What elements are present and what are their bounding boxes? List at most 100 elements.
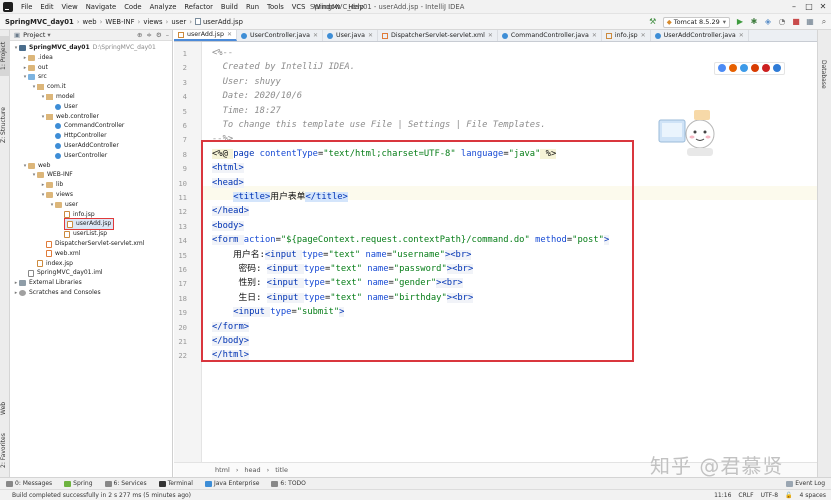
tool-messages[interactable]: 0: Messages (0, 480, 58, 487)
tree-item[interactable]: ▸ .idea (22, 53, 53, 63)
ie-icon[interactable] (762, 64, 770, 72)
tree-item[interactable]: User (49, 102, 78, 112)
tree-item[interactable]: ▾ SpringMVC_day01 D:\SpringMVC_day01 (13, 43, 156, 53)
tree-item[interactable]: ▾ views (40, 190, 73, 200)
code-line[interactable]: </html> (212, 348, 250, 362)
code-line[interactable]: To change this template use File | Setti… (212, 118, 546, 132)
lock-icon[interactable]: 🔓 (785, 492, 792, 499)
code-line[interactable]: <%-- (212, 46, 233, 60)
tree-item[interactable]: ▾ com.it (31, 82, 66, 92)
code-line[interactable]: User: shuyy (212, 75, 281, 89)
close-window-icon[interactable]: ✕ (816, 0, 830, 14)
code-line[interactable]: --%> (212, 132, 233, 146)
chrome-icon[interactable] (718, 64, 726, 72)
editor-tab[interactable]: info.jsp ✕ (602, 30, 651, 41)
firefox-icon[interactable] (729, 64, 737, 72)
run-icon[interactable]: ▶ (735, 17, 745, 27)
project-panel-title[interactable]: Project (23, 31, 45, 39)
menu-run[interactable]: Run (242, 0, 263, 14)
tree-item[interactable]: SpringMVC_day01.iml (22, 268, 103, 278)
code-line[interactable]: </head> (212, 204, 250, 218)
build-hammer-icon[interactable]: ⚒ (648, 17, 658, 27)
crumb-project[interactable]: SpringMVC_day01 (0, 14, 77, 30)
code-line[interactable]: 用户名:<input type="text" name="username"><… (212, 248, 472, 262)
editor-crumb-html[interactable]: html (212, 466, 233, 474)
tool-spring[interactable]: Spring (58, 480, 98, 487)
tree-item[interactable]: userList.jsp (58, 229, 107, 239)
tree-item-selected[interactable]: userAdd.jsp (58, 218, 115, 231)
code-line[interactable]: </form> (212, 320, 250, 334)
indent-setting[interactable]: 4 spaces (800, 492, 826, 499)
maximize-icon[interactable]: □ (802, 0, 816, 14)
code-line[interactable]: <head> (212, 176, 244, 190)
close-tab-icon[interactable]: ✕ (739, 32, 744, 39)
tree-item[interactable]: ▾ src (22, 72, 47, 82)
tool-services[interactable]: 6: Services (99, 480, 153, 487)
editor-tab[interactable]: UserController.java ✕ (237, 30, 323, 41)
tree-item[interactable]: CommandController (49, 121, 124, 131)
debug-icon[interactable]: ✱ (749, 17, 759, 27)
crumb-user[interactable]: user (168, 14, 189, 30)
code-line[interactable]: <form action="${pageContext.request.cont… (212, 233, 610, 247)
line-separator[interactable]: CRLF (738, 492, 753, 499)
menu-tools[interactable]: Tools (263, 0, 288, 14)
crumb-views[interactable]: views (140, 14, 165, 30)
search-icon[interactable]: ⌕ (819, 17, 829, 27)
minimize-icon[interactable]: – (787, 0, 801, 14)
code-line[interactable]: <title>用户表单</title> (212, 190, 348, 204)
editor-tab[interactable]: CommandController.java ✕ (498, 30, 602, 41)
menu-refactor[interactable]: Refactor (180, 0, 217, 14)
code-line[interactable]: <body> (212, 219, 244, 233)
code-line[interactable]: Time: 18:27 (212, 104, 281, 118)
editor-crumb-head[interactable]: head (241, 466, 263, 474)
menu-vcs[interactable]: VCS (288, 0, 310, 14)
tree-item[interactable]: ▾ WEB-INF (31, 170, 73, 180)
close-tab-icon[interactable]: ✕ (227, 31, 232, 38)
profile-icon[interactable]: ◔ (777, 17, 787, 27)
tool-event-log[interactable]: Event Log (780, 480, 831, 487)
menu-navigate[interactable]: Navigate (82, 0, 121, 14)
code-line[interactable]: 生日: <input type="text" name="birthday"><… (212, 291, 474, 305)
tool-java-enterprise[interactable]: Java Enterprise (199, 480, 265, 487)
editor-tab-active[interactable]: userAdd.jsp ✕ (174, 30, 237, 41)
tree-item[interactable]: ▾ model (40, 92, 75, 102)
menu-analyze[interactable]: Analyze (146, 0, 181, 14)
editor-tab[interactable]: User.java ✕ (323, 30, 378, 41)
menu-file[interactable]: File (17, 0, 36, 14)
code-line[interactable]: 密码: <input type="text" name="password"><… (212, 262, 474, 276)
gear-icon[interactable]: ⚙ (156, 31, 162, 39)
hide-icon[interactable]: – (166, 31, 169, 39)
tree-item[interactable]: web.xml (40, 249, 80, 259)
tree-item[interactable]: ▾ web.controller (40, 112, 99, 122)
editor-tab[interactable]: UserAddController.java ✕ (651, 30, 749, 41)
tree-item[interactable]: ▾ web (22, 161, 50, 171)
code-line[interactable]: 性别: <input type="text" name="gender"><br… (212, 276, 463, 290)
close-tab-icon[interactable]: ✕ (313, 32, 318, 39)
code-line[interactable]: Created by IntelliJ IDEA. (212, 60, 355, 74)
tool-tab-database[interactable]: Database (820, 60, 827, 89)
code-line[interactable]: <input type="submit"> (212, 305, 345, 319)
menu-build[interactable]: Build (217, 0, 242, 14)
tree-item[interactable]: index.jsp (31, 259, 73, 269)
stop-icon[interactable]: ■ (791, 17, 801, 27)
code-line[interactable]: <html> (212, 161, 244, 175)
close-tab-icon[interactable]: ✕ (368, 32, 373, 39)
tree-item[interactable]: ▸ External Libraries (13, 278, 82, 288)
tool-tab-favorites[interactable]: 2: Favorites (0, 430, 10, 472)
tool-tab-web[interactable]: Web (0, 398, 10, 418)
tree-item[interactable]: ▾ user (49, 200, 78, 210)
run-config-selector[interactable]: ◆ Tomcat 8.5.29 ▾ (662, 16, 730, 28)
tool-tab-project[interactable]: 1: Project (0, 36, 10, 76)
tree-item[interactable]: UserAddController (49, 141, 119, 151)
code-line[interactable]: </body> (212, 334, 250, 348)
crumb-file[interactable]: userAdd.jsp (192, 14, 246, 30)
safari-icon[interactable] (740, 64, 748, 72)
crumb-web[interactable]: web (80, 14, 100, 30)
menu-code[interactable]: Code (120, 0, 145, 14)
coverage-icon[interactable]: ◈ (763, 17, 773, 27)
opera-icon[interactable] (751, 64, 759, 72)
close-tab-icon[interactable]: ✕ (592, 32, 597, 39)
close-tab-icon[interactable]: ✕ (641, 32, 646, 39)
tool-terminal[interactable]: Terminal (153, 480, 199, 487)
tree-item[interactable]: ▸ out (22, 63, 48, 73)
